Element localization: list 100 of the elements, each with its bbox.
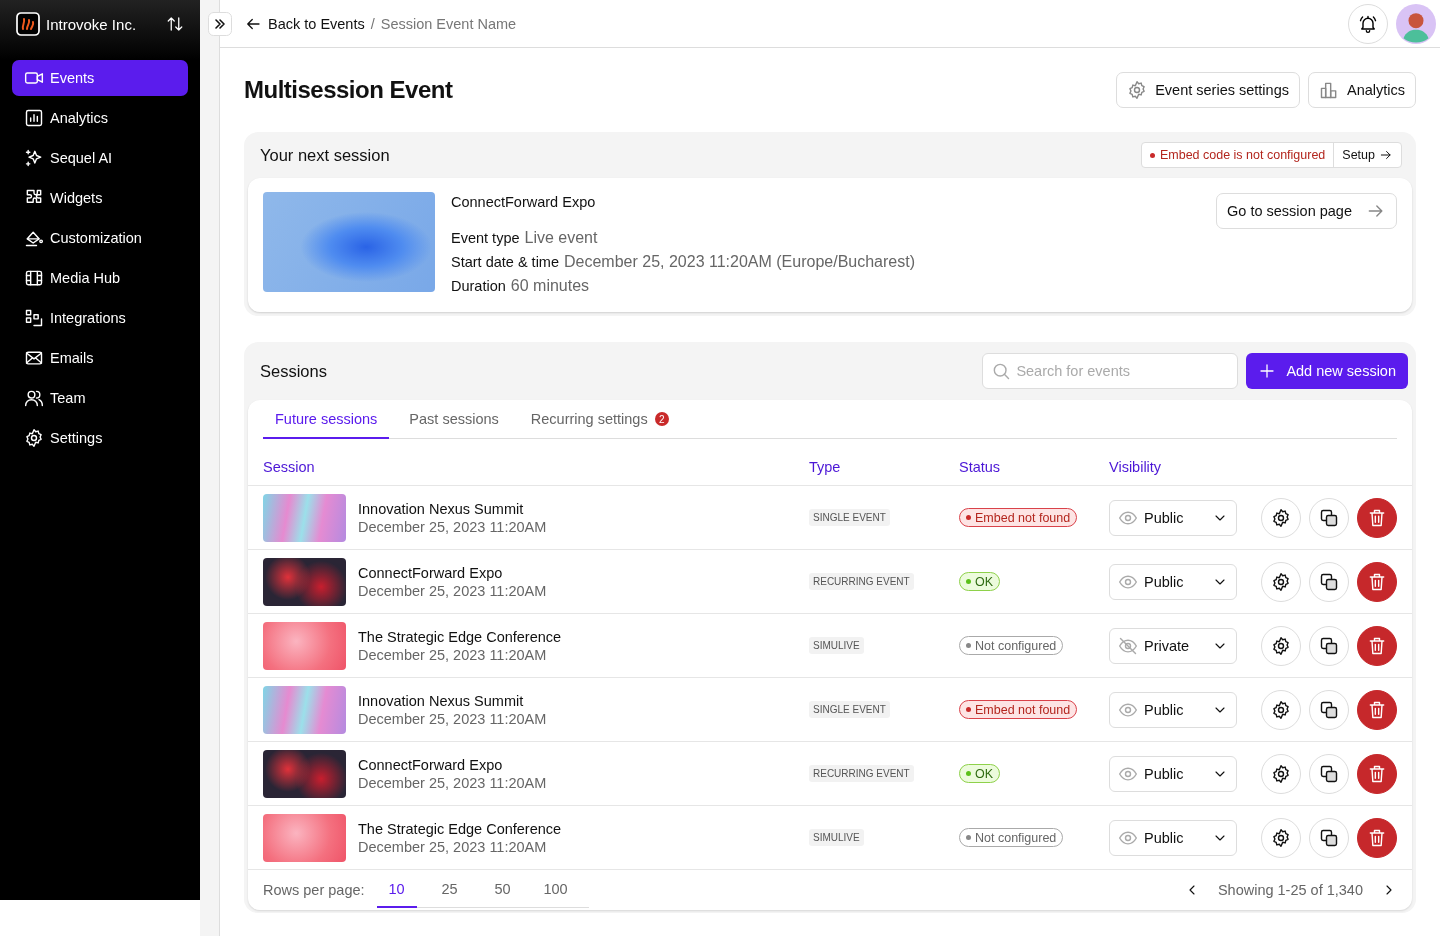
session-date: December 25, 2023 11:20AM [358,518,547,535]
flame-logo-icon [16,12,40,36]
delete-button[interactable] [1357,817,1397,858]
session-date: December 25, 2023 11:20AM [358,710,547,727]
settings-icon [1271,571,1291,592]
sparkles-icon [24,148,44,168]
envelope-icon [24,348,44,368]
visibility-dropdown[interactable]: Public [1109,819,1237,856]
count-badge: 2 [654,412,669,426]
settings-icon [1271,507,1291,528]
detail-label: Event type [451,230,520,246]
bell-icon [1358,13,1378,34]
tab[interactable]: Recurring settings 2 [518,401,681,439]
page-size-option[interactable]: 50 [482,872,523,908]
bar-chart-icon [24,108,44,128]
settings-icon [1271,635,1291,656]
nav-item[interactable]: Customization [12,220,188,256]
visibility-dropdown[interactable]: Public [1109,563,1237,600]
type-tag: RECURRING EVENT [809,573,914,590]
search-field[interactable]: Search for events [982,353,1239,389]
visibility-dropdown[interactable]: Public [1109,499,1237,536]
settings-button[interactable] [1261,753,1301,794]
organization-name: Introvoke Inc. [46,15,138,33]
eye-off-icon [1118,635,1138,656]
setup-button[interactable]: Setup [1334,143,1401,167]
status-pill: Not configured [959,636,1064,655]
type-tag: RECURRING EVENT [809,765,914,782]
duplicate-button[interactable] [1309,689,1349,730]
page-size-option[interactable]: 25 [429,872,470,908]
duplicate-button[interactable] [1309,625,1349,666]
duplicate-button[interactable] [1309,497,1349,538]
delete-button[interactable] [1357,561,1397,602]
duplicate-button[interactable] [1309,817,1349,858]
people-icon [24,388,44,408]
analytics-button[interactable]: Analytics [1307,72,1416,108]
delete-button[interactable] [1357,497,1397,538]
settings-icon [24,428,44,448]
visibility-dropdown[interactable]: Public [1109,755,1237,792]
avatar-silhouette-icon[interactable] [1396,3,1436,44]
session-name: The Strategic Edge Conference [358,820,562,837]
type-tag: SIMULIVE [809,829,864,846]
visibility-dropdown[interactable]: Private [1109,627,1237,664]
trash-icon [1367,635,1387,656]
nav-item[interactable]: Team [12,380,188,416]
trash-icon [1367,763,1387,784]
nav-item[interactable]: Emails [12,340,188,376]
nav-item[interactable]: Settings [12,420,188,456]
bar-chart-icon [1318,80,1339,100]
settings-button[interactable] [1261,689,1301,730]
detail-value: 60 minutes [510,277,590,295]
rows-per-page-label: Rows per page: [263,882,365,898]
trash-icon [1367,571,1387,592]
nav-item[interactable]: Analytics [12,100,188,136]
back-link[interactable]: Back to Events [244,14,365,33]
film-frames-icon [24,268,44,288]
breadcrumb-separator: / [370,15,375,32]
go-to-session-button[interactable]: Go to session page [1216,193,1397,229]
expand-chevrons-icon[interactable] [208,12,232,36]
delete-button[interactable] [1357,625,1397,666]
delete-button[interactable] [1357,753,1397,794]
session-name: ConnectForward Expo [358,564,504,581]
session-date: December 25, 2023 11:20AM [358,838,548,855]
switch-arrows-icon[interactable] [166,15,184,33]
pagination-summary: Showing 1-25 of 1,340 [1217,882,1363,898]
page-size-option[interactable]: 100 [535,872,576,908]
nav-item[interactable]: Widgets [12,180,188,216]
nav-item[interactable]: Media Hub [12,260,188,296]
settings-icon [1271,699,1291,720]
section-heading: Sessions [260,361,327,381]
status-pill: OK [959,764,1001,783]
session-name: ConnectForward Expo [451,194,597,210]
status-pill: Embed not found [959,508,1078,527]
delete-button[interactable] [1357,689,1397,730]
page-size-option[interactable]: 10 [376,872,417,908]
nav-item[interactable]: Sequel AI [12,140,188,176]
arrow-right-icon [1379,148,1393,162]
visibility-dropdown[interactable]: Public [1109,691,1237,728]
notifications-button[interactable] [1348,3,1388,44]
nav-item[interactable]: Integrations [12,300,188,336]
detail-value: December 25, 2023 11:20AM (Europe/Bucharest) [564,253,915,271]
session-name: The Strategic Edge Conference [358,628,562,645]
duplicate-button[interactable] [1309,753,1349,794]
column-header: Visibility [1109,459,1163,475]
session-date: December 25, 2023 11:20AM [358,774,547,791]
trash-icon [1367,699,1387,720]
event-series-settings-button[interactable]: Event series settings [1116,72,1300,108]
session-name: Innovation Nexus Summit [358,500,525,517]
settings-button[interactable] [1261,497,1301,538]
tab[interactable]: Past sessions [397,401,511,439]
settings-button[interactable] [1261,817,1301,858]
nav-item[interactable]: Events [12,60,188,96]
copy-icon [1319,635,1339,656]
settings-button[interactable] [1261,561,1301,602]
detail-label: Start date & time [451,254,559,270]
session-name: ConnectForward Expo [358,756,504,773]
settings-button[interactable] [1261,625,1301,666]
duplicate-button[interactable] [1309,561,1349,602]
trash-icon [1367,827,1387,848]
tab[interactable]: Future sessions [263,401,390,439]
add-session-button[interactable]: Add new session [1246,353,1408,389]
